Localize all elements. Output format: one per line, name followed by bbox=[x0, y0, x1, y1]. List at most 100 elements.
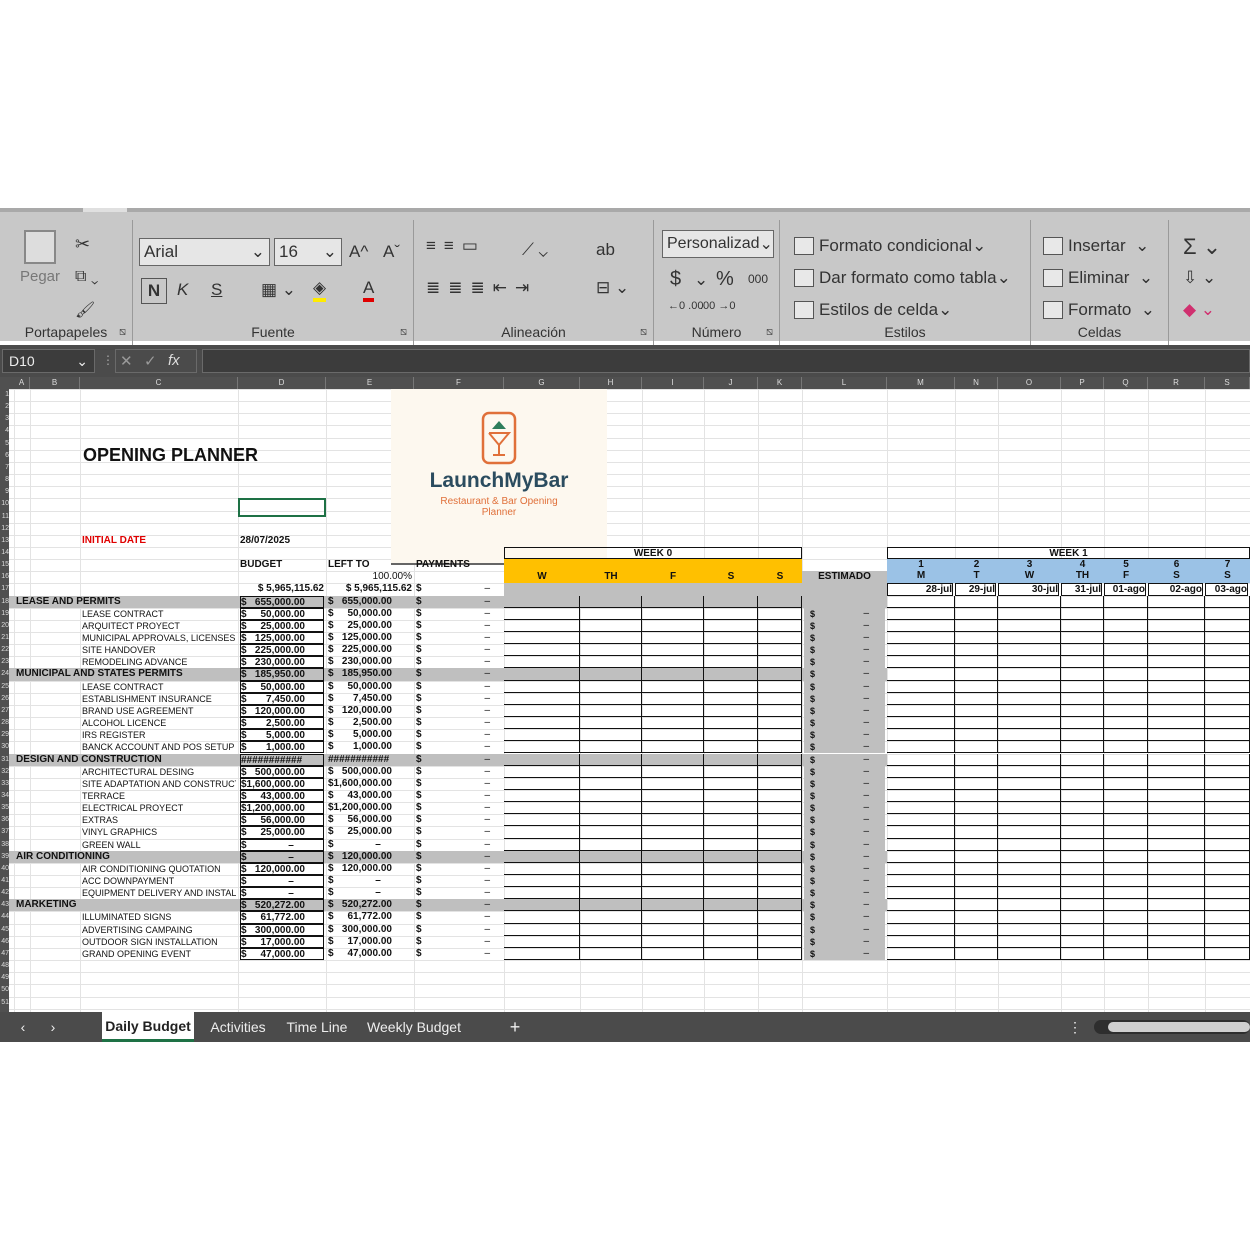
day-cell[interactable] bbox=[1148, 789, 1205, 803]
day-cell[interactable] bbox=[1061, 704, 1104, 718]
day-cell[interactable] bbox=[580, 607, 642, 620]
category-label[interactable]: DESIGN AND CONSTRUCTION bbox=[16, 754, 236, 766]
day-cell[interactable] bbox=[955, 729, 998, 742]
row-header[interactable]: 34 bbox=[0, 790, 9, 802]
day-cell[interactable] bbox=[887, 862, 955, 875]
merge-center-icon[interactable]: ⊟ ⌄ bbox=[596, 278, 629, 298]
day-cell[interactable] bbox=[758, 838, 802, 851]
day-cell[interactable] bbox=[1148, 838, 1205, 851]
day-cell[interactable] bbox=[1061, 680, 1104, 693]
estimado-dash[interactable]: – bbox=[804, 899, 885, 911]
row-header[interactable]: 15 bbox=[0, 559, 9, 571]
estimado-dash[interactable]: – bbox=[804, 875, 885, 887]
row-header[interactable]: 36 bbox=[0, 814, 9, 826]
day-cell[interactable] bbox=[1061, 717, 1104, 730]
day-cell[interactable] bbox=[504, 887, 580, 900]
copy-icon[interactable]: ⧉ ⌄ bbox=[75, 268, 98, 286]
wrap-text-icon[interactable]: ab bbox=[596, 240, 615, 260]
item-label[interactable]: IRS REGISTER bbox=[82, 729, 236, 741]
total-budget[interactable]: $ 5,965,115.62 bbox=[240, 583, 324, 595]
insert-button[interactable]: Insertar ⌄ bbox=[1043, 236, 1149, 256]
column-header[interactable]: M bbox=[887, 377, 955, 389]
day-cell[interactable] bbox=[580, 619, 642, 632]
day-cell[interactable] bbox=[758, 789, 802, 803]
day-cell[interactable] bbox=[1061, 802, 1104, 815]
day-cell[interactable] bbox=[704, 765, 758, 778]
budget-cell[interactable]: $ 120,000.00 bbox=[240, 862, 324, 875]
left-to-cell[interactable]: $ 2,500.00 bbox=[328, 717, 412, 729]
day-cell[interactable] bbox=[955, 644, 998, 657]
day-cell[interactable] bbox=[955, 692, 998, 705]
row-header[interactable]: 48 bbox=[0, 960, 9, 972]
day-cell[interactable] bbox=[998, 789, 1061, 803]
category-label[interactable]: MARKETING bbox=[16, 899, 236, 911]
day-cell[interactable] bbox=[758, 765, 802, 778]
day-cell[interactable] bbox=[887, 619, 955, 632]
day-cell[interactable] bbox=[1205, 814, 1250, 827]
day-cell[interactable] bbox=[704, 644, 758, 657]
day-cell[interactable] bbox=[1205, 644, 1250, 657]
day-cell[interactable] bbox=[1205, 826, 1250, 839]
row-header[interactable]: 2 bbox=[0, 401, 9, 413]
day-cell[interactable] bbox=[504, 899, 580, 912]
day-cell[interactable] bbox=[704, 887, 758, 900]
left-to-cell[interactable]: $ 125,000.00 bbox=[328, 632, 412, 644]
budget-cell[interactable]: $ 185,950.00 bbox=[240, 668, 324, 681]
spreadsheet-grid[interactable]: ABCDEFGHIJKLMNOPQRS 1 2 3 4 5 6 7 8 9 10 11 12 13 14 1… bbox=[0, 377, 1250, 1012]
left-to-cell[interactable]: $ 185,950.00 bbox=[328, 668, 412, 680]
budget-cell[interactable]: $ 50,000.00 bbox=[240, 607, 324, 620]
row-header[interactable]: 10 bbox=[0, 498, 9, 510]
day-cell[interactable] bbox=[758, 717, 802, 730]
left-to-cell[interactable]: $ 47,000.00 bbox=[328, 948, 412, 960]
day-cell[interactable] bbox=[998, 777, 1061, 790]
more-icon[interactable]: ⋮ bbox=[1066, 1012, 1084, 1042]
day-cell[interactable] bbox=[704, 838, 758, 851]
budget-cell[interactable]: $ 56,000.00 bbox=[240, 814, 324, 827]
vertical-align-icons[interactable]: ≡≡▭ bbox=[426, 236, 486, 256]
day-cell[interactable] bbox=[1205, 765, 1250, 778]
day-cell[interactable] bbox=[580, 838, 642, 851]
day-cell[interactable] bbox=[580, 923, 642, 936]
day-cell[interactable] bbox=[1061, 947, 1104, 961]
day-cell[interactable] bbox=[504, 729, 580, 742]
day-cell[interactable] bbox=[704, 935, 758, 948]
estimado-dash[interactable]: – bbox=[804, 668, 885, 680]
day-cell[interactable] bbox=[1061, 935, 1104, 948]
estimado-dash[interactable]: – bbox=[804, 620, 885, 632]
day-cell[interactable] bbox=[1205, 875, 1250, 888]
column-header[interactable]: C bbox=[80, 377, 238, 389]
row-header[interactable]: 18 bbox=[0, 596, 9, 608]
left-to-cell[interactable]: $ 43,000.00 bbox=[328, 790, 412, 802]
day-cell[interactable] bbox=[704, 862, 758, 875]
percent-button[interactable]: % bbox=[716, 268, 734, 291]
day-cell[interactable] bbox=[1061, 777, 1104, 790]
bold-button[interactable]: N bbox=[141, 278, 167, 304]
day-cell[interactable] bbox=[1205, 753, 1250, 766]
grow-font-button[interactable]: A^ bbox=[349, 242, 368, 262]
day-cell[interactable] bbox=[504, 935, 580, 948]
day-cell[interactable] bbox=[1104, 923, 1148, 936]
left-to-cell[interactable]: $ 655,000.00 bbox=[328, 596, 412, 608]
day-cell[interactable] bbox=[998, 704, 1061, 718]
thousands-button[interactable]: 000 bbox=[748, 272, 768, 286]
day-cell[interactable] bbox=[887, 875, 955, 888]
category-label[interactable]: MUNICIPAL AND STATES PERMITS bbox=[16, 668, 236, 680]
budget-cell[interactable]: $ 17,000.00 bbox=[240, 935, 324, 948]
item-label[interactable]: TERRACE bbox=[82, 790, 236, 802]
estimado-dash[interactable]: – bbox=[804, 778, 885, 790]
day-cell[interactable] bbox=[998, 632, 1061, 645]
autosum-icon[interactable]: Σ ⌄ bbox=[1183, 234, 1221, 260]
day-cell[interactable] bbox=[1148, 850, 1205, 863]
item-label[interactable]: LEASE CONTRACT bbox=[82, 608, 236, 620]
day-cell[interactable] bbox=[1104, 911, 1148, 924]
day-cell[interactable] bbox=[955, 899, 998, 912]
day-cell[interactable] bbox=[758, 887, 802, 900]
estimado-dash[interactable]: – bbox=[804, 802, 885, 814]
day-cell[interactable] bbox=[1205, 656, 1250, 669]
day-cell[interactable] bbox=[1148, 826, 1205, 839]
day-cell[interactable] bbox=[504, 704, 580, 718]
day-cell[interactable] bbox=[998, 935, 1061, 948]
day-cell[interactable] bbox=[1205, 911, 1250, 924]
day-cell[interactable] bbox=[580, 680, 642, 693]
estimado-dash[interactable]: – bbox=[804, 936, 885, 948]
